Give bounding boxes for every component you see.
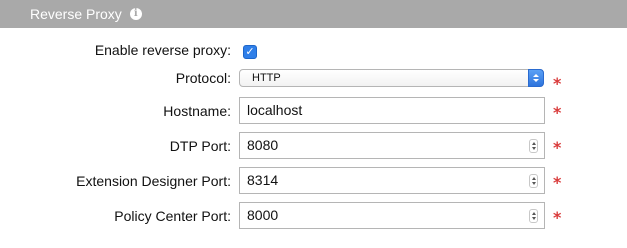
enable-checkbox[interactable]: ✓: [243, 45, 257, 59]
stepper-icon[interactable]: [529, 139, 538, 153]
hostname-label: Hostname:: [163, 103, 231, 119]
enable-row: Enable reverse proxy: ✓: [0, 38, 627, 62]
protocol-select[interactable]: HTTP: [239, 69, 544, 87]
hostname-value: localhost: [247, 102, 303, 118]
hostname-row: Hostname: localhost *: [0, 97, 627, 124]
extension-designer-port-input[interactable]: 8314: [239, 167, 545, 194]
extension-designer-port-row: Extension Designer Port: 8314 *: [0, 167, 627, 194]
stepper-icon[interactable]: [529, 174, 538, 188]
dtp-port-label: DTP Port:: [169, 138, 231, 154]
policy-center-port-value: 8000: [247, 207, 279, 223]
dtp-port-input[interactable]: 8080: [239, 132, 545, 159]
required-star-icon: *: [553, 208, 562, 227]
protocol-row: Protocol: HTTP *: [0, 69, 627, 93]
dtp-port-value: 8080: [247, 137, 279, 153]
protocol-label: Protocol:: [175, 70, 231, 86]
policy-center-port-row: Policy Center Port: 8000 *: [0, 202, 627, 229]
required-star-icon: *: [553, 103, 562, 122]
extension-designer-port-value: 8314: [247, 172, 279, 188]
section-title: Reverse Proxy: [30, 6, 122, 22]
hostname-input[interactable]: localhost: [239, 97, 545, 124]
required-star-icon: *: [553, 74, 562, 93]
enable-label: Enable reverse proxy:: [94, 42, 231, 58]
policy-center-port-input[interactable]: 8000: [239, 202, 545, 229]
protocol-select-value: HTTP: [252, 72, 281, 84]
info-icon[interactable]: i: [129, 8, 142, 20]
extension-designer-port-label: Extension Designer Port:: [76, 173, 231, 189]
required-star-icon: *: [553, 138, 562, 157]
section-header: Reverse Proxy i: [0, 0, 627, 28]
policy-center-port-label: Policy Center Port:: [114, 208, 231, 224]
reverse-proxy-panel: Reverse Proxy i Enable reverse proxy: ✓ …: [0, 0, 627, 248]
dtp-port-row: DTP Port: 8080 *: [0, 132, 627, 159]
stepper-icon[interactable]: [529, 209, 538, 223]
select-arrows-icon[interactable]: [528, 69, 544, 87]
required-star-icon: *: [553, 173, 562, 192]
